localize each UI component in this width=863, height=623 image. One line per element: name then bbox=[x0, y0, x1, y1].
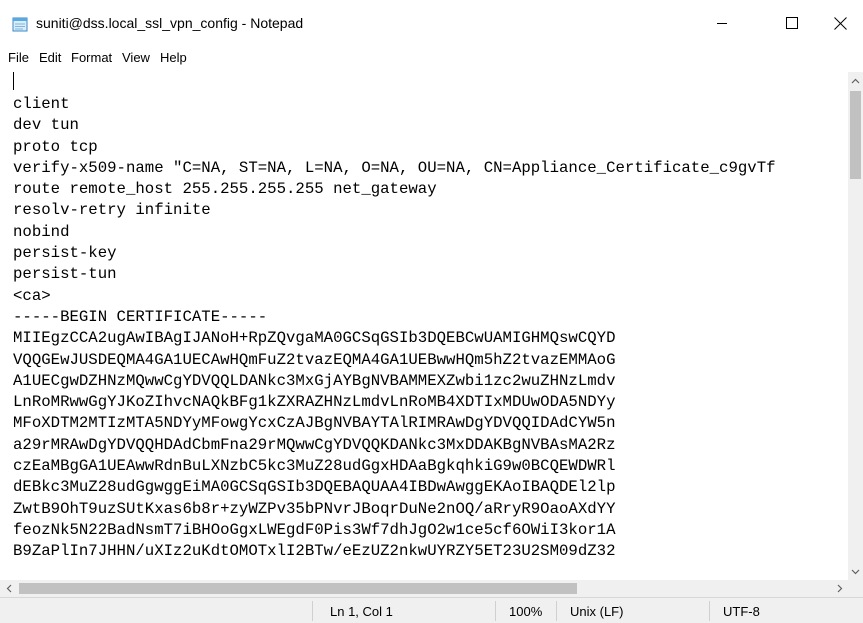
chevron-down-icon bbox=[851, 569, 860, 574]
horizontal-scrollbar[interactable] bbox=[0, 580, 848, 597]
scroll-down-button[interactable] bbox=[848, 563, 863, 580]
status-zoom: 100% bbox=[509, 604, 543, 619]
menu-format[interactable]: Format bbox=[69, 50, 114, 65]
text-line: dEBkc3MuZ28udGgwggEiMA0GCSqGSIb3DQEBAQUA… bbox=[13, 478, 616, 497]
maximize-button[interactable] bbox=[769, 6, 815, 40]
text-line: persist-tun bbox=[13, 265, 117, 284]
text-line: feozNk5N22BadNsmT7iBHOoGgxLWEgdF0Pis3Wf7… bbox=[13, 520, 616, 539]
chevron-right-icon bbox=[837, 584, 842, 593]
menu-help[interactable]: Help bbox=[158, 50, 189, 65]
close-icon bbox=[833, 16, 847, 30]
horizontal-scroll-thumb[interactable] bbox=[19, 583, 577, 594]
text-line: client bbox=[13, 95, 70, 113]
close-button[interactable] bbox=[817, 6, 863, 40]
text-line: resolv-retry infinite bbox=[13, 201, 211, 220]
text-line: a29rMRAwDgYDVQQHDAdCbmFna29rMQwwCgYDVQQK… bbox=[13, 435, 616, 454]
text-line: MIIEgzCCA2ugAwIBAgIJANoH+RpZQvgaMA0GCSqG… bbox=[13, 329, 616, 348]
scroll-right-button[interactable] bbox=[831, 580, 848, 597]
maximize-icon bbox=[786, 17, 798, 29]
menu-file[interactable]: File bbox=[6, 50, 31, 65]
text-line: dev tun bbox=[13, 116, 79, 135]
text-line: route remote_host 255.255.255.255 net_ga… bbox=[13, 180, 437, 199]
menu-edit[interactable]: Edit bbox=[37, 50, 63, 65]
minimize-icon bbox=[717, 23, 727, 24]
scroll-left-button[interactable] bbox=[0, 580, 17, 597]
text-line: proto tcp bbox=[13, 137, 98, 156]
status-line-ending: Unix (LF) bbox=[570, 604, 624, 619]
text-line: <ca> bbox=[13, 286, 51, 305]
status-encoding: UTF-8 bbox=[723, 604, 760, 619]
scroll-up-button[interactable] bbox=[848, 72, 863, 89]
scrollbar-corner bbox=[848, 580, 863, 597]
status-divider bbox=[495, 601, 496, 621]
chevron-up-icon bbox=[851, 78, 860, 83]
text-line: -----BEGIN CERTIFICATE----- bbox=[13, 307, 268, 326]
text-line: persist-key bbox=[13, 244, 117, 263]
text-caret bbox=[13, 72, 14, 90]
status-bar: Ln 1, Col 1 100% Unix (LF) UTF-8 bbox=[0, 597, 863, 623]
menu-bar: File Edit Format View Help bbox=[0, 46, 863, 70]
text-line: verify-x509-name "C=NA, ST=NA, L=NA, O=N… bbox=[13, 158, 776, 177]
vertical-scrollbar[interactable] bbox=[848, 72, 863, 580]
chevron-left-icon bbox=[6, 584, 11, 593]
text-line: nobind bbox=[13, 222, 70, 241]
status-divider bbox=[556, 601, 557, 621]
text-line: B9ZaPlIn7JHHN/uXIz2uKdtOMOTxlI2BTw/eEzUZ… bbox=[13, 542, 616, 561]
minimize-button[interactable] bbox=[699, 6, 745, 40]
notepad-icon bbox=[12, 16, 28, 32]
text-line: MFoXDTM2MTIzMTA5NDYyMFowgYcxCzAJBgNVBAYT… bbox=[13, 414, 616, 433]
menu-view[interactable]: View bbox=[120, 50, 152, 65]
status-divider bbox=[312, 601, 313, 621]
text-editor[interactable]: client dev tun proto tcp verify-x509-name "… bbox=[0, 72, 848, 580]
title-bar: suniti@dss.local_ssl_vpn_config - Notepa… bbox=[0, 0, 863, 46]
vertical-scroll-thumb[interactable] bbox=[850, 91, 861, 179]
text-line: ZwtB9OhT9uzSUtKxas6b8r+zyWZPv35bPNvrJBoq… bbox=[13, 499, 616, 518]
status-cursor-position: Ln 1, Col 1 bbox=[330, 604, 393, 619]
text-line: VQQGEwJUSDEQMA4GA1UECAwHQmFuZ2tvazEQMA4G… bbox=[13, 350, 616, 369]
text-line: LnRoMRwwGgYJKoZIhvcNAQkBFg1kZXRAZHNzLmdv… bbox=[13, 393, 616, 412]
status-divider bbox=[709, 601, 710, 621]
window-title: suniti@dss.local_ssl_vpn_config - Notepa… bbox=[36, 15, 304, 31]
text-line: czEaMBgGA1UEAwwRdnBuLXNzbC5kc3MuZ28udGgx… bbox=[13, 457, 616, 476]
text-line: A1UECgwDZHNzMQwwCgYDVQQLDANkc3MxGjAYBgNV… bbox=[13, 371, 616, 390]
editor-lines: client dev tun proto tcp verify-x509-name "… bbox=[13, 94, 776, 563]
